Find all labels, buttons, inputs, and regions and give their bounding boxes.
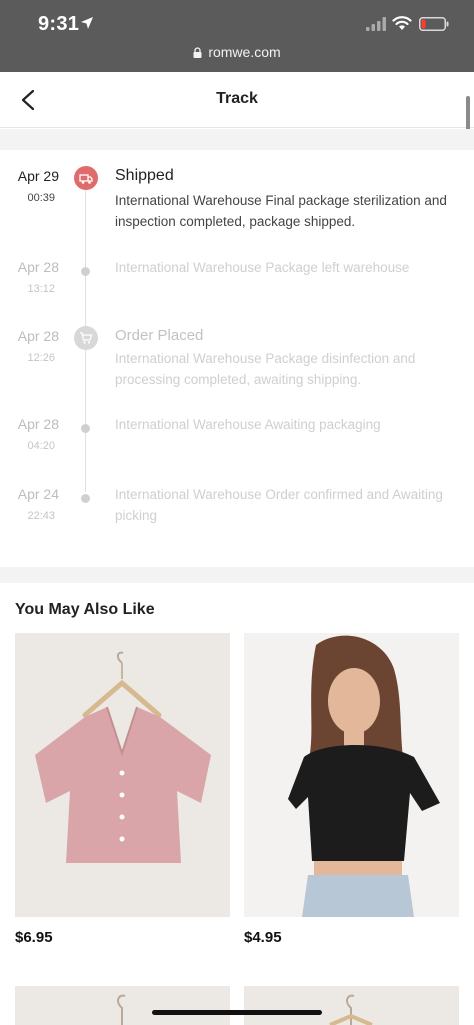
lock-icon	[193, 47, 202, 58]
product-price: $4.95	[244, 929, 282, 946]
event-time: 22:43	[27, 510, 55, 522]
pink-tee-on-hanger-image	[15, 633, 230, 917]
event-description: International Warehouse Awaiting packagi…	[115, 417, 381, 432]
timeline-dot	[81, 424, 90, 433]
timeline-dot	[81, 267, 90, 276]
event-date: Apr 28	[17, 416, 59, 432]
event-description: International Warehouse Package disinfec…	[115, 351, 416, 387]
event-time: 00:39	[27, 192, 55, 204]
recommendations-section: You May Also Like $6.95 $4.95	[0, 583, 474, 1025]
product-image-partial[interactable]	[244, 986, 459, 1025]
wifi-icon	[392, 16, 412, 30]
url-bar[interactable]: romwe.com	[0, 44, 474, 60]
product-card[interactable]: $6.95	[15, 633, 230, 946]
product-card[interactable]	[244, 986, 459, 1025]
battery-low-icon	[419, 17, 449, 31]
product-card[interactable]: $4.95	[244, 633, 459, 946]
home-indicator[interactable]	[152, 1010, 322, 1015]
product-image-partial[interactable]	[15, 986, 230, 1025]
page-title: Track	[216, 90, 258, 107]
product-image[interactable]	[244, 633, 459, 917]
truck-icon	[74, 166, 98, 190]
location-arrow-icon	[81, 17, 93, 29]
event-status: Shipped	[115, 167, 174, 184]
url-text: romwe.com	[208, 44, 281, 60]
event-time: 12:26	[27, 352, 55, 364]
tracking-timeline: Apr 29 00:39 Shipped International Wareh…	[0, 150, 474, 567]
cart-icon	[74, 326, 98, 350]
section-divider	[0, 567, 474, 583]
event-description: International Warehouse Package left war…	[115, 260, 410, 275]
hanger-image	[244, 986, 459, 1025]
event-date: Apr 28	[17, 328, 59, 344]
timeline-dot	[81, 494, 90, 503]
event-date: Apr 24	[17, 486, 59, 502]
event-time: 13:12	[27, 283, 55, 295]
recommendations-title: You May Also Like	[15, 601, 155, 618]
product-card[interactable]	[15, 986, 230, 1025]
event-description: International Warehouse Final package st…	[115, 193, 447, 229]
hanger-image	[15, 986, 230, 1025]
event-time: 04:20	[27, 440, 55, 452]
event-description: International Warehouse Order confirmed …	[115, 487, 443, 523]
status-bar: 9:31 romwe.com	[0, 0, 474, 72]
event-status: Order Placed	[115, 327, 204, 344]
status-time: 9:31	[38, 13, 80, 35]
section-divider	[0, 129, 474, 150]
event-date: Apr 29	[17, 168, 59, 184]
page-header: Track	[0, 72, 474, 128]
event-date: Apr 28	[17, 259, 59, 275]
product-image[interactable]	[15, 633, 230, 917]
black-crop-tee-model-image	[244, 633, 459, 917]
cellular-signal-icon	[366, 17, 386, 31]
product-price: $6.95	[15, 929, 53, 946]
